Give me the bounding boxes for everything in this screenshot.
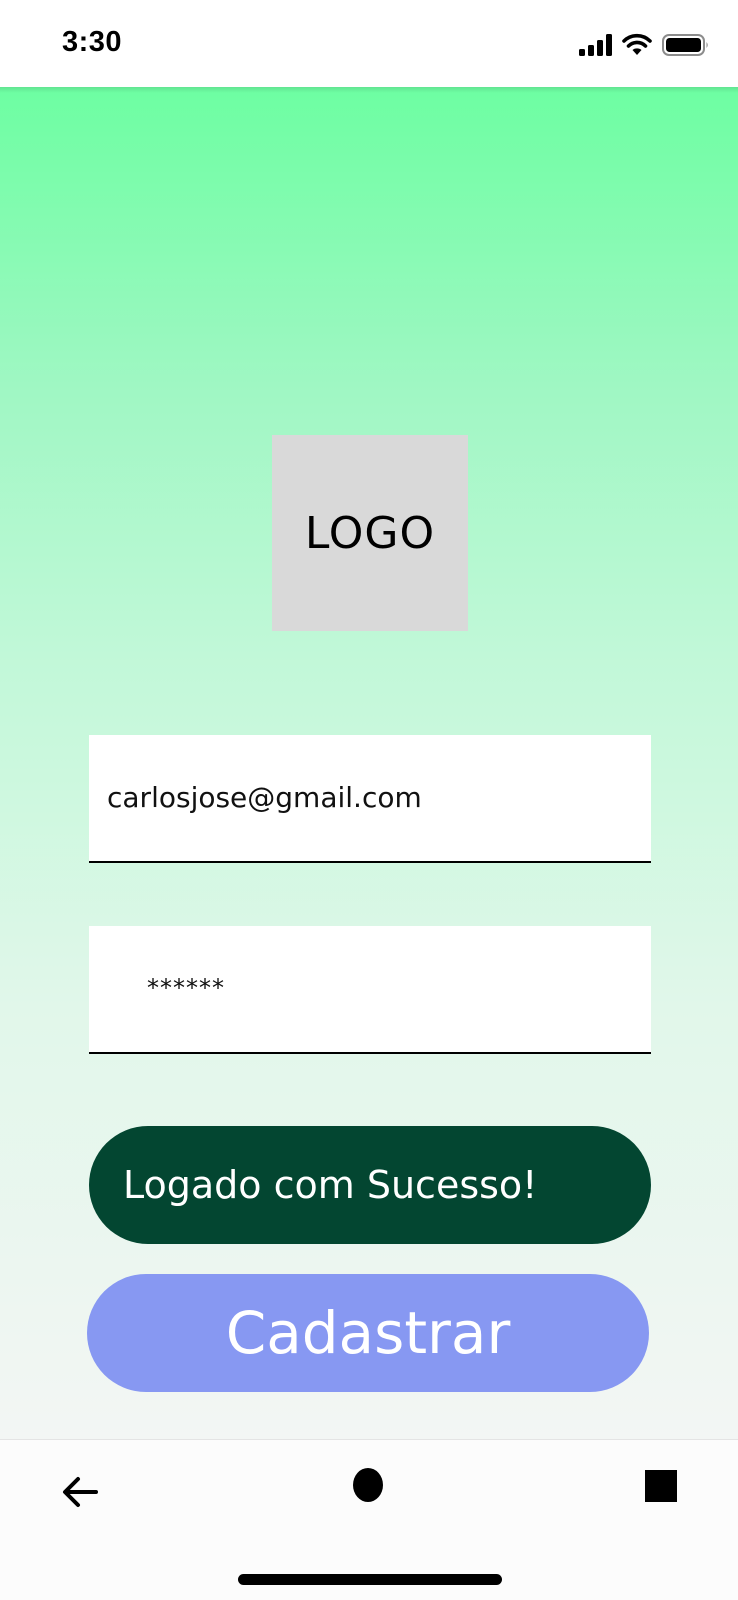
wifi-icon	[622, 33, 652, 55]
login-button-label: Logado com Sucesso!	[123, 1163, 538, 1207]
home-circle-icon[interactable]	[353, 1468, 383, 1502]
logo-text: LOGO	[304, 507, 436, 559]
status-time: 3:30	[62, 26, 123, 58]
email-field[interactable]: carlosjose@gmail.com	[89, 735, 651, 863]
register-button[interactable]: Cadastrar	[87, 1274, 649, 1392]
app-screen: 3:30 LOGO carlosjose@gmail.com ****** Lo…	[0, 0, 738, 1600]
battery-icon	[662, 34, 708, 56]
logo-placeholder: LOGO	[272, 435, 468, 631]
status-bar-shadow	[0, 87, 738, 93]
navigation-bar	[0, 1439, 738, 1600]
back-arrow-icon[interactable]	[58, 1470, 102, 1514]
recent-apps-square-icon[interactable]	[645, 1470, 677, 1502]
email-value: carlosjose@gmail.com	[107, 781, 422, 814]
password-value: ******	[147, 974, 225, 1002]
home-indicator[interactable]	[238, 1574, 502, 1585]
password-field[interactable]: ******	[89, 926, 651, 1054]
signal-icon	[579, 34, 612, 56]
login-success-button[interactable]: Logado com Sucesso!	[89, 1126, 651, 1244]
status-icons	[578, 30, 710, 60]
register-button-label: Cadastrar	[225, 1299, 511, 1367]
status-bar: 3:30	[0, 0, 738, 87]
